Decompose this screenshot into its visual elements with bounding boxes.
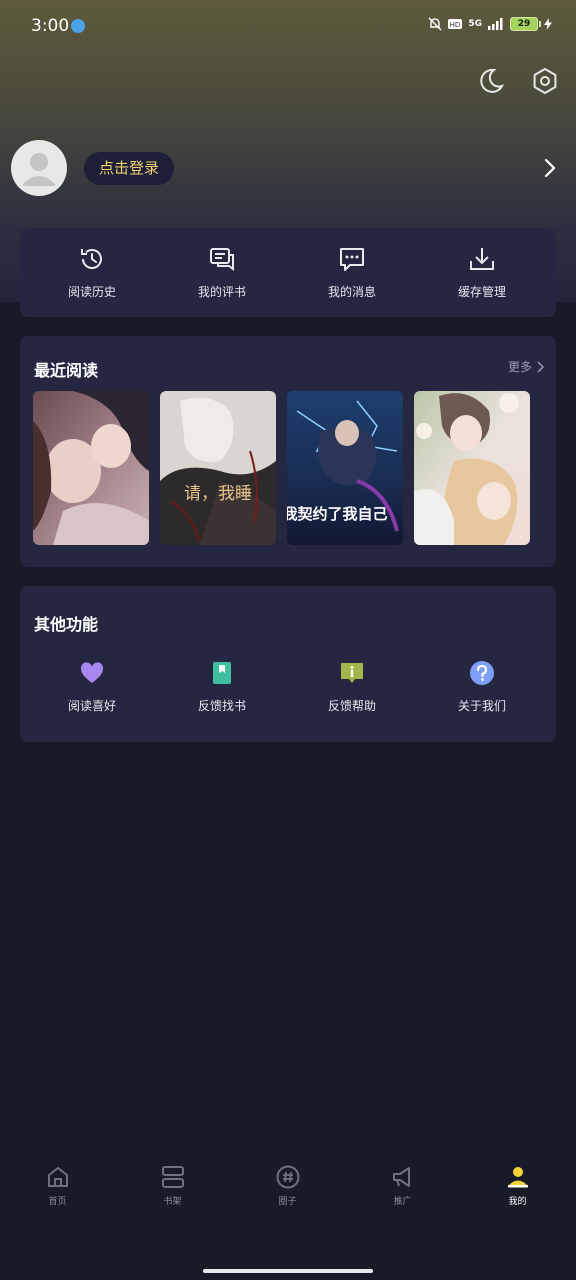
tab-home[interactable]: 首页 xyxy=(0,1158,115,1218)
book-cover-title: 请，我睡 xyxy=(184,484,252,504)
book-cover-image xyxy=(414,391,530,545)
quick-action-messages[interactable]: 我的消息 xyxy=(287,244,417,300)
download-icon xyxy=(470,248,494,270)
quick-action-reviews[interactable]: 我的评书 xyxy=(157,244,287,300)
book-cover-image: 我契约了我自己 xyxy=(287,391,403,545)
function-feedback-help[interactable]: 反馈帮助 xyxy=(287,658,417,714)
function-about-us[interactable]: 关于我们 xyxy=(417,658,547,714)
night-mode-icon[interactable] xyxy=(476,66,506,96)
charging-icon xyxy=(544,18,552,30)
function-label: 反馈帮助 xyxy=(327,699,376,713)
tab-promote[interactable]: 推广 xyxy=(345,1158,460,1218)
default-avatar-icon xyxy=(23,153,55,186)
home-icon xyxy=(47,1167,68,1187)
status-bar: 3:00 HD 5G 29 xyxy=(0,0,576,54)
more-link[interactable]: 更多 xyxy=(508,358,544,375)
quick-action-label: 我的评书 xyxy=(197,285,246,299)
hd-icon: HD xyxy=(448,19,463,29)
heart-icon xyxy=(80,662,104,683)
tab-mine[interactable]: 我的 xyxy=(460,1158,575,1218)
settings-icon[interactable] xyxy=(530,66,560,96)
battery-icon: 29 xyxy=(510,17,541,31)
history-icon xyxy=(81,249,102,269)
quick-action-cache[interactable]: 缓存管理 xyxy=(417,244,547,300)
svg-text:HD: HD xyxy=(450,21,461,29)
quick-action-history[interactable]: 阅读历史 xyxy=(27,244,157,300)
mute-bell-icon xyxy=(428,17,442,31)
function-label: 反馈找书 xyxy=(197,699,246,713)
quick-action-label: 缓存管理 xyxy=(457,285,506,299)
megaphone-icon xyxy=(392,1167,410,1187)
book-cover-image xyxy=(33,391,149,545)
section-title: 其他功能 xyxy=(34,615,99,634)
book-cover-title: 我契约了我自己 xyxy=(287,505,388,523)
chevron-right-icon[interactable] xyxy=(540,156,560,180)
recent-reading-card: 最近阅读 更多 请，我睡 我契约了我自己 xyxy=(20,336,556,567)
book-cover[interactable] xyxy=(414,391,530,545)
function-reading-preference[interactable]: 阅读喜好 xyxy=(27,658,157,714)
message-icon xyxy=(340,248,364,271)
bottom-tab-bar: 首页 书架 圈子 推广 我的 xyxy=(0,1158,576,1218)
bookshelf-icon xyxy=(161,1166,184,1188)
avatar[interactable] xyxy=(11,140,67,196)
function-label: 阅读喜好 xyxy=(67,699,116,713)
hashtag-icon xyxy=(276,1165,299,1189)
status-indicators: HD 5G 29 xyxy=(428,17,552,31)
book-cover[interactable]: 我契约了我自己 xyxy=(287,391,403,545)
tab-bookshelf[interactable]: 书架 xyxy=(115,1158,230,1218)
recent-books: 请，我睡 我契约了我自己 xyxy=(33,391,530,545)
bookmark-icon xyxy=(213,662,231,684)
signal-icon xyxy=(488,18,503,30)
book-cover[interactable] xyxy=(33,391,149,545)
book-cover-image: 请，我睡 xyxy=(160,391,276,545)
login-button[interactable]: 点击登录 xyxy=(84,152,174,185)
section-title: 最近阅读 xyxy=(34,361,99,380)
quick-actions-card: 阅读历史 我的评书 我的消息 缓存管理 xyxy=(20,228,556,317)
user-icon xyxy=(507,1167,528,1188)
tab-label: 书架 xyxy=(163,1197,182,1207)
function-label: 关于我们 xyxy=(457,699,506,713)
app-notification-icon xyxy=(71,19,85,33)
question-icon xyxy=(470,661,494,685)
network-type: 5G xyxy=(468,19,482,29)
quick-action-label: 我的消息 xyxy=(327,285,376,299)
quick-action-label: 阅读历史 xyxy=(67,285,116,299)
chevron-right-icon xyxy=(537,360,544,373)
other-functions-card: 其他功能 阅读喜好 反馈找书 反馈帮助 关于我们 xyxy=(20,586,556,742)
info-icon xyxy=(341,663,363,683)
tab-circle[interactable]: 圈子 xyxy=(230,1158,345,1218)
function-feedback-find-book[interactable]: 反馈找书 xyxy=(157,658,287,714)
more-label: 更多 xyxy=(507,360,532,374)
comment-icon xyxy=(210,248,234,271)
tab-label: 我的 xyxy=(508,1197,527,1207)
home-indicator[interactable] xyxy=(203,1269,373,1273)
status-time: 3:00 xyxy=(31,16,70,36)
tab-label: 圈子 xyxy=(278,1197,297,1207)
tab-label: 首页 xyxy=(48,1197,67,1207)
book-cover[interactable]: 请，我睡 xyxy=(160,391,276,545)
tab-label: 推广 xyxy=(393,1197,412,1207)
